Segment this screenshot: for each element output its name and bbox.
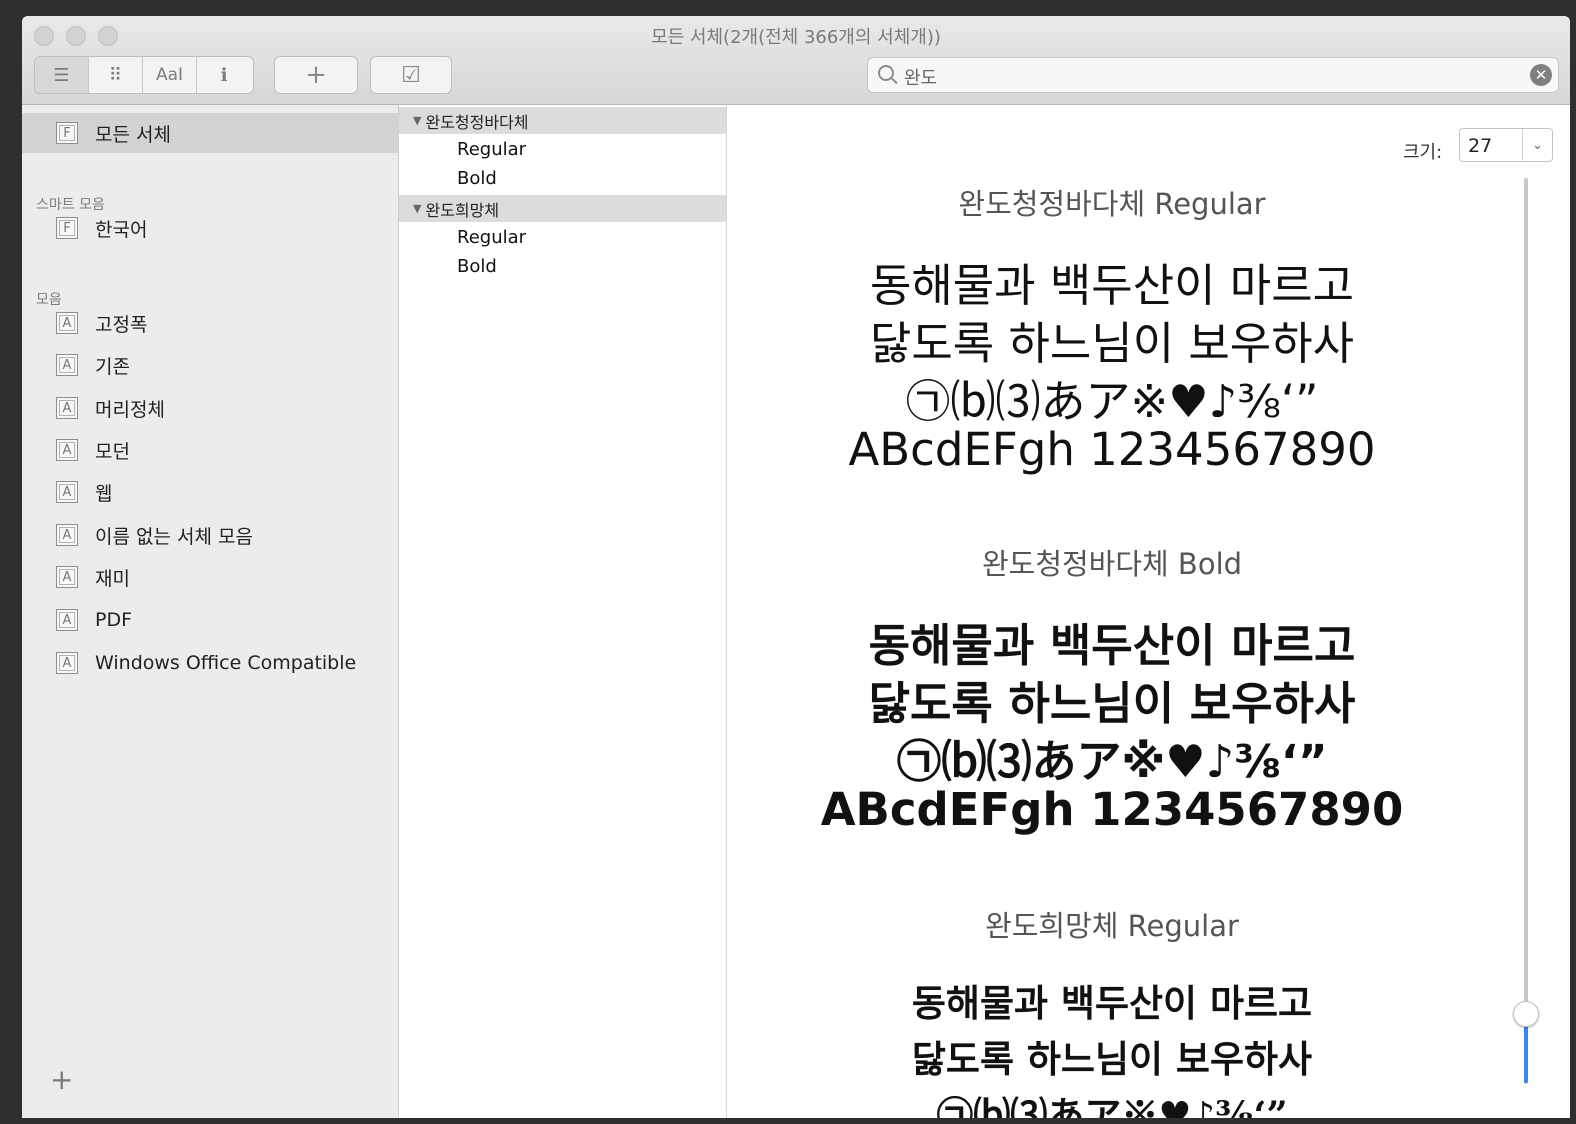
info-icon[interactable]: ℹ <box>197 57 251 93</box>
sidebar-item-fun[interactable]: A 재미 <box>22 557 398 597</box>
preview-sample-line: 닳도록 하느님이 보우하사 <box>911 1037 1313 1081</box>
collection-icon: A <box>56 481 78 503</box>
view-mode-segmented-control: ☰ ⠿ AaI ℹ <box>34 56 254 94</box>
face-row-bold[interactable]: Bold <box>457 168 497 189</box>
sidebar-item-label: Windows Office Compatible <box>95 652 357 674</box>
collection-icon: A <box>56 354 78 376</box>
preview-sample-line: ABcdEFgh 1234567890 <box>820 783 1404 836</box>
size-label: 크기: <box>1403 142 1443 163</box>
collection-icon: A <box>56 652 78 674</box>
collection-icon: A <box>56 566 78 588</box>
family-name: 완도청정바다체 <box>425 112 529 132</box>
size-slider-knob[interactable] <box>1513 1001 1539 1027</box>
preview-title: 완도청정바다체 Regular <box>958 187 1266 221</box>
sidebar-item-label: 이름 없는 서체 모음 <box>95 525 253 548</box>
preview-sample-line: ㉠⒝⑶あア※♥♪⅜‘” <box>896 735 1328 788</box>
sidebar-item-label: 기존 <box>95 355 130 378</box>
smart-collection-icon: F <box>56 217 78 239</box>
sidebar-item-label: 고정폭 <box>95 313 148 336</box>
sidebar-item-label: 웹 <box>95 482 113 505</box>
preview-title: 완도청정바다체 Bold <box>981 547 1243 581</box>
sidebar-item-label: PDF <box>95 609 133 631</box>
sidebar-item-korean[interactable]: F 한국어 <box>22 208 398 248</box>
list-view-icon[interactable]: ☰ <box>35 57 89 93</box>
preview-title: 완도희망체 Regular <box>985 909 1239 943</box>
sidebar-item-label: 모던 <box>95 440 130 463</box>
preview-sample-line: ㉠⒝⑶あア※♥♪⅜‘” <box>905 375 1319 428</box>
size-value[interactable]: 27 <box>1468 135 1492 157</box>
clear-search-icon[interactable]: ✕ <box>1530 64 1552 86</box>
size-combobox[interactable]: 27 ⌄ <box>1459 128 1553 162</box>
family-row-wando-huimang[interactable]: ▼ 완도희망체 <box>399 195 726 222</box>
search-icon <box>878 65 894 81</box>
sidebar-item-traditional[interactable]: A 기존 <box>22 345 398 385</box>
face-row-regular[interactable]: Regular <box>457 139 526 160</box>
collection-icon: A <box>56 439 78 461</box>
title-bar: 모든 서체(2개(전체 366개의 서체개)) ☰ ⠿ AaI ℹ + ☑ 완도… <box>22 16 1570 105</box>
disclosure-triangle-icon[interactable]: ▼ <box>413 114 421 127</box>
size-slider-track[interactable] <box>1524 178 1528 1084</box>
collection-icon: A <box>56 609 78 631</box>
sidebar-item-untitled-collection[interactable]: A 이름 없는 서체 모음 <box>22 515 398 555</box>
font-book-window: 모든 서체(2개(전체 366개의 서체개)) ☰ ⠿ AaI ℹ + ☑ 완도… <box>22 16 1570 1118</box>
collection-icon: A <box>56 312 78 334</box>
sidebar-item-pdf[interactable]: A PDF <box>22 600 398 640</box>
add-font-button[interactable]: + <box>274 56 358 94</box>
sidebar-item-label: 머리정체 <box>95 398 165 421</box>
face-row-bold[interactable]: Bold <box>457 256 497 277</box>
preview-sample-line: 닳도록 하느님이 보우하사 <box>869 317 1354 370</box>
validate-font-button[interactable]: ☑ <box>370 56 452 94</box>
font-preview-pane: 크기: 27 ⌄ 완도청정바다체 Regular 동해물과 백두산이 마르고 닳… <box>727 105 1570 1118</box>
family-row-wando-cheongjeong[interactable]: ▼ 완도청정바다체 <box>399 107 726 134</box>
preview-sample-line: 동해물과 백두산이 마르고 <box>911 981 1313 1025</box>
preview-sample-line: 닳도록 하느님이 보우하사 <box>868 677 1356 730</box>
sidebar-item-label: 모든 서체 <box>95 123 171 146</box>
preview-sample-line: ㉠⒝⑶あア※♥♪⅜‘” <box>936 1093 1288 1118</box>
window-title: 모든 서체(2개(전체 366개의 서체개)) <box>651 27 941 48</box>
search-field[interactable]: 완도 ✕ <box>867 57 1559 93</box>
add-collection-button[interactable]: + <box>50 1063 73 1096</box>
collection-icon: A <box>56 397 78 419</box>
grid-view-icon[interactable]: ⠿ <box>89 57 143 93</box>
sidebar-item-modern[interactable]: A 모던 <box>22 430 398 470</box>
sidebar-item-all-fonts[interactable]: F 모든 서체 <box>22 113 398 153</box>
font-family-list: ▼ 완도청정바다체 Regular Bold ▼ 완도희망체 Regular B… <box>399 105 727 1118</box>
sample-view-icon[interactable]: AaI <box>143 57 197 93</box>
preview-sample-line: ABcdEFgh 1234567890 <box>848 423 1376 476</box>
sidebar-item-label: 재미 <box>95 567 130 590</box>
font-collection-icon: F <box>56 122 78 144</box>
search-input-value[interactable]: 완도 <box>904 64 937 90</box>
collection-icon: A <box>56 524 78 546</box>
family-name: 완도희망체 <box>425 200 500 220</box>
preview-sample-line: 동해물과 백두산이 마르고 <box>868 619 1356 672</box>
sidebar-item-web[interactable]: A 웹 <box>22 472 398 512</box>
preview-sample-line: 동해물과 백두산이 마르고 <box>869 259 1354 312</box>
collections-sidebar: F 모든 서체 스마트 모음 F 한국어 모음 A 고정폭 A 기존 A 머리정… <box>22 105 399 1118</box>
sidebar-item-label: 한국어 <box>95 218 148 241</box>
sidebar-item-windows-office-compatible[interactable]: A Windows Office Compatible <box>22 643 398 683</box>
chevron-down-icon[interactable]: ⌄ <box>1522 129 1552 161</box>
sidebar-item-fixed-width[interactable]: A 고정폭 <box>22 303 398 343</box>
face-row-regular[interactable]: Regular <box>457 227 526 248</box>
sidebar-item-headline[interactable]: A 머리정체 <box>22 388 398 428</box>
disclosure-triangle-icon[interactable]: ▼ <box>413 202 421 215</box>
